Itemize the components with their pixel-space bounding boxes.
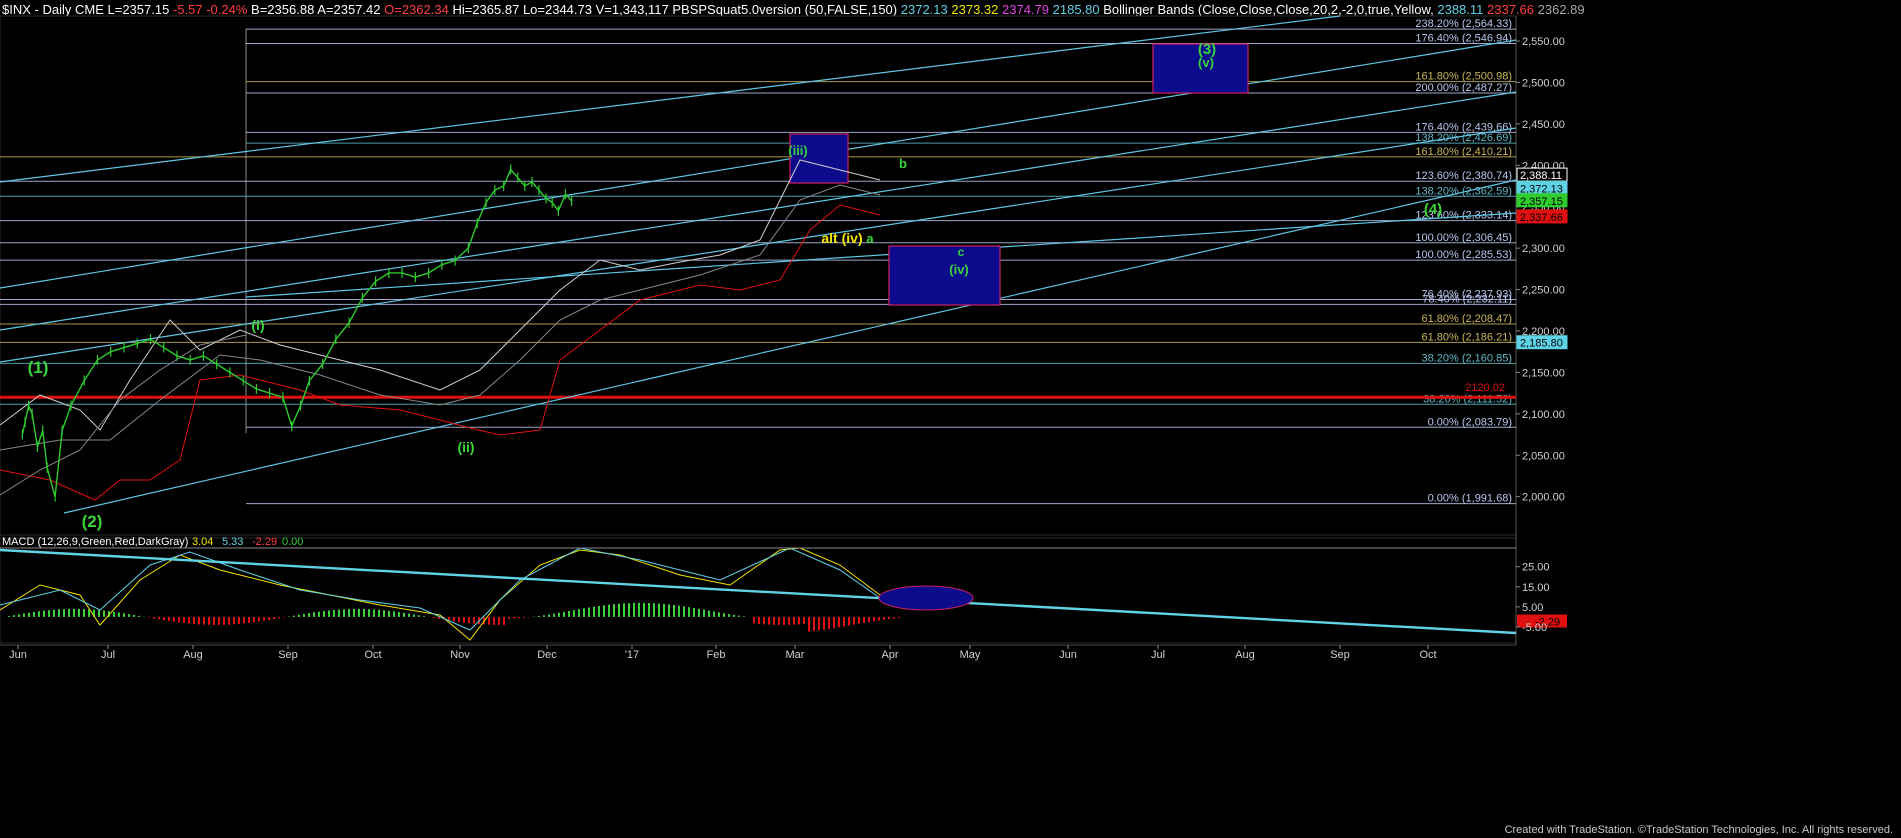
wave-iv-target-box	[888, 245, 1001, 306]
price-axis-label: 2,250.00	[1522, 285, 1565, 297]
fib-level-label: 138.20% (2,426.69)	[1415, 132, 1512, 144]
fib-level-label: 78.40% (2,232.11)	[1422, 293, 1512, 305]
wave-label: (iv)	[949, 262, 969, 277]
wave-label: b	[899, 156, 907, 171]
price-tag-label: 2,388.11	[1520, 170, 1562, 182]
price-tag-label: 2,185.80	[1520, 338, 1563, 350]
time-axis-label: Oct	[1419, 649, 1436, 661]
channel-line	[0, 91, 1517, 331]
macd-value: 0.00	[282, 536, 303, 548]
macd-axis-label: -5.00	[1522, 622, 1547, 634]
time-axis-label: Aug	[1235, 649, 1255, 661]
wave-label: (1)	[28, 358, 49, 377]
bollinger-upper-band	[0, 159, 881, 431]
fib-level-label: 138.20% (2,362.59)	[1415, 185, 1512, 197]
time-axis-label: Feb	[707, 649, 726, 661]
price-axis-label: 2,100.00	[1522, 409, 1565, 421]
fib-level-label: 38.20% (2,160.85)	[1421, 352, 1512, 364]
fib-level-label: 38.20% (2,111.52)	[1423, 393, 1512, 405]
wave-label: (v)	[1198, 55, 1214, 70]
time-axis-label: Nov	[450, 649, 470, 661]
fib-level-label: 238.20% (2,564.33)	[1415, 18, 1512, 30]
wave-label: a	[866, 231, 874, 246]
price-line	[21, 168, 573, 497]
time-axis-label: May	[960, 649, 981, 661]
fib-level-label: 123.60% (2,380.74)	[1415, 170, 1512, 182]
price-tag-label: 2,357.15	[1520, 196, 1563, 208]
channel-line	[63, 179, 1517, 514]
time-axis-label: Jul	[101, 649, 115, 661]
macd-axis-label: 5.00	[1522, 602, 1543, 614]
time-axis-label: Jun	[9, 649, 27, 661]
wave-label: (iii)	[788, 143, 808, 158]
red-support-label: 2120.02	[1465, 382, 1505, 394]
wave-iii-box	[789, 133, 849, 184]
fib-level-label: 100.00% (2,306.45)	[1415, 232, 1512, 244]
price-axis-label: 2,500.00	[1522, 77, 1565, 89]
fib-level-label: 200.00% (2,487.27)	[1415, 82, 1512, 94]
fib-level-label: 161.80% (2,410.21)	[1415, 146, 1512, 158]
price-axis-label: 2,000.00	[1522, 492, 1565, 504]
fib-level-label: 61.80% (2,208.47)	[1421, 313, 1512, 325]
macd-value: 5.33	[222, 536, 243, 548]
wave-label: (2)	[82, 512, 103, 531]
price-axis-label: 2,300.00	[1522, 243, 1565, 255]
price-axis-label: 2,050.00	[1522, 450, 1565, 462]
bollinger-lower-band	[0, 204, 881, 501]
time-axis-label: Aug	[183, 649, 203, 661]
fib-level-label: 0.00% (2,083.79)	[1428, 416, 1512, 428]
price-axis-label: 2,450.00	[1522, 119, 1565, 131]
fib-level-label: 0.00% (1,991.68)	[1428, 493, 1512, 505]
time-axis-label: Sep	[278, 649, 298, 661]
channel-line	[0, 127, 1517, 363]
macd-axis-label: 25.00	[1522, 562, 1550, 574]
time-axis-label: Sep	[1330, 649, 1350, 661]
price-axis-label: 2,150.00	[1522, 367, 1565, 379]
footer-credit: Created with TradeStation. ©TradeStation…	[1504, 824, 1893, 836]
wave-label: c	[958, 245, 965, 259]
wave-label: alt (iv)	[821, 230, 862, 246]
fib-level-label: 161.80% (2,500.98)	[1415, 71, 1512, 83]
time-axis-label: Jul	[1151, 649, 1165, 661]
macd-title: MACD (12,26,9,Green,Red,DarkGray)	[2, 536, 188, 548]
wave-label: (4)	[1424, 201, 1442, 218]
macd-axis-label: 15.00	[1522, 582, 1550, 594]
price-axis-label: 2,550.00	[1522, 36, 1565, 48]
macd-ellipse	[878, 585, 974, 611]
time-axis-label: Dec	[537, 649, 557, 661]
price-tag-label: 2,337.66	[1520, 212, 1563, 224]
macd-value: -2.29	[252, 536, 277, 548]
bollinger-middle-band	[0, 184, 881, 451]
main-panel-frame	[0, 15, 1517, 536]
macd-line	[0, 547, 881, 641]
channel-line	[0, 39, 1517, 289]
wave-label: (ii)	[457, 439, 474, 455]
price-chart[interactable]: 238.20% (2,564.33)176.40% (2,546.94)161.…	[0, 0, 1901, 838]
fib-level-label: 61.80% (2,186.21)	[1421, 331, 1512, 343]
fib-level-label: 100.00% (2,285.53)	[1415, 249, 1512, 261]
time-axis-label: Jun	[1059, 649, 1077, 661]
wave-label: (i)	[251, 317, 264, 333]
macd-value: 3.04	[192, 536, 213, 548]
time-axis-label: '17	[625, 649, 639, 661]
time-axis-label: Apr	[881, 649, 898, 661]
time-axis-label: Mar	[786, 649, 805, 661]
time-axis-label: Oct	[364, 649, 381, 661]
